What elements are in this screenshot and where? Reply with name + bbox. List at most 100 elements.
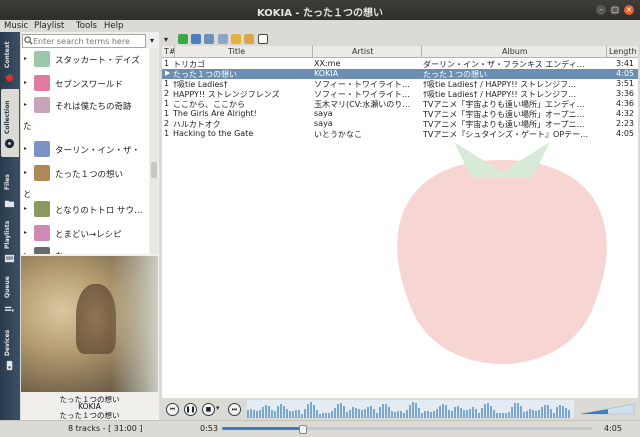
expand-arrow-icon[interactable]: ▸ [24,101,27,108]
stop-options-dropdown[interactable]: ▾ [216,404,220,412]
total-time: 4:05 [604,424,622,433]
pause-button[interactable]: ❚❚ [184,403,197,416]
seek-slider[interactable] [222,425,592,434]
spectrum-bar [511,406,513,418]
disc-icon [4,138,15,149]
collection-options-dropdown[interactable]: ▾ [147,36,157,46]
next-button[interactable]: ⏭ [228,403,241,416]
save-playlist-icon[interactable] [204,34,214,44]
spectrum-bar [337,403,339,418]
spectrum-bar [253,409,255,418]
collection-scrollbar-thumb[interactable] [151,162,157,178]
spectrum-bar [466,409,468,418]
spectrum-bar [334,407,336,418]
header-artist[interactable]: Artist [352,47,373,56]
menu-music[interactable]: Music [4,21,28,31]
playlist-row[interactable]: 1 The Girls Are Alright! saya TVアニメ「宇宙よりも遠い… [162,109,638,119]
expand-arrow-icon[interactable]: ▸ [24,79,27,86]
collection-item-label: となりのトトロ サウ… [55,206,143,216]
stop-button[interactable]: ■ [202,403,215,416]
seek-handle[interactable] [298,425,307,434]
spectrum-bar [550,408,552,418]
header-album[interactable]: Album [502,47,528,56]
cell-album: TVアニメ『シュタインズ・ゲート』OPテー… [423,130,589,139]
playlist-header: T# Title Artist Album Length [162,46,638,58]
clear-playlist-icon[interactable] [218,34,228,44]
search-box[interactable] [22,34,146,48]
spectrum-bar [463,409,465,418]
collection-item-label: それは僕たちの奇跡 [55,102,132,112]
expand-arrow-icon[interactable]: ▸ [24,145,27,152]
spectrum-bar [451,411,453,418]
minimize-button[interactable]: – [596,5,606,15]
close-button[interactable]: × [624,5,634,15]
spectrum-bar [313,404,315,418]
maximize-button[interactable]: □ [610,5,620,15]
playlist-menu-dropdown[interactable]: ▾ [164,35,168,44]
menu-playlist[interactable]: Playlist [34,21,64,31]
spectrum-visualizer[interactable] [247,400,574,418]
album-thumbnail [34,97,50,113]
spectrum-bar [400,411,402,418]
cell-length: 2:23 [616,119,634,128]
previous-button[interactable]: ⏮ [166,403,179,416]
header-title[interactable]: Title [228,47,245,56]
collection-item-label: た [23,122,32,132]
playlist-row[interactable]: 1 Hacking to the Gate いとうかなこ TVアニメ『シュタインズ・ゲ… [162,129,638,139]
spectrum-bar [553,413,555,418]
playlist-row[interactable]: 1 ここから、ここから 玉木マリ(CV:水瀬いのり… TVアニメ「宇宙よりも遠い場所」… [162,99,638,109]
tab-playlists[interactable]: Playlists [0,215,20,265]
playlist-row[interactable]: 1 †吸tie Ladies† ソフィー・トワイライト… †吸tie Ladies† … [162,79,638,89]
menu-help[interactable]: Help [104,21,123,31]
spectrum-bar [289,410,291,418]
collection-item[interactable]: ▸ スタッカート・デイズ [21,48,149,70]
playlist-row[interactable]: ▶ たった１つの想い KOKIA たった１つの想い 4:05 [162,69,638,79]
stop-after-icon[interactable] [258,34,268,44]
playlist-row[interactable]: 2 ハルカトオク saya TVアニメ「宇宙よりも遠い場所」オープニ… 2:23 [162,119,638,129]
spectrum-bar [544,404,546,418]
load-playlist-icon[interactable] [191,34,201,44]
tab-devices[interactable]: Devices [0,320,20,372]
expand-arrow-icon[interactable]: ▸ [24,205,27,212]
expand-arrow-icon[interactable]: ▸ [24,55,27,62]
undo-icon[interactable] [231,34,241,44]
spectrum-bar [385,404,387,418]
playlist-view[interactable]: 1 トリカゴ XX:me ダーリン・イン・ザ・フランキス エンディ… 3:41 ▶ たった１… [162,46,638,398]
collection-item[interactable]: ▸ ターリン・イン・ザ・ [21,138,149,160]
spectrum-bar [406,410,408,418]
spectrum-bar [352,407,354,418]
header-length[interactable]: Length [609,47,637,56]
cell-length: 4:05 [616,129,634,138]
queue-icon [4,306,15,313]
menu-tools[interactable]: Tools [76,21,97,31]
search-input[interactable] [33,35,141,47]
collection-scrollbar[interactable] [150,48,158,254]
collection-item[interactable]: ▸ セブンスワールド [21,72,149,94]
collection-item[interactable]: ▸ たった１つの想い [21,162,149,184]
spectrum-bar [469,408,471,418]
spectrum-bar [541,407,543,418]
collection-item[interactable]: ▸ それは僕たちの奇跡 [21,94,149,116]
playlist-row[interactable]: 2 HAPPY!! ストレンジフレンズ ソフィー・トワイライト… †吸tie Ladi… [162,89,638,99]
collection-item[interactable]: ▸ とまどい→レシピ [21,222,149,244]
new-playlist-icon[interactable] [178,34,188,44]
tab-context[interactable]: Context [0,34,20,86]
expand-arrow-icon[interactable]: ▸ [24,169,27,176]
spectrum-bar [304,408,306,418]
tab-files[interactable]: Files [0,160,20,212]
spectrum-bar [526,411,528,418]
expand-arrow-icon[interactable]: ▸ [24,229,27,236]
spectrum-bar [340,402,342,418]
playlist-row[interactable]: 1 トリカゴ XX:me ダーリン・イン・ザ・フランキス エンディ… 3:41 [162,59,638,69]
playlist-icon [4,254,15,263]
tab-collection[interactable]: Collection [0,89,20,157]
collection-item[interactable]: ▸ な… [21,244,149,254]
redo-icon[interactable] [244,34,254,44]
collection-item[interactable]: ▸ となりのトトロ サウ… [21,198,149,220]
expand-arrow-icon[interactable]: ▸ [24,251,27,254]
tab-queue[interactable]: Queue [0,268,20,318]
cell-artist: saya [314,109,333,118]
volume-slider[interactable] [578,402,636,416]
collection-item-label: たった１つの想い [55,170,124,180]
collection-item[interactable]: た [21,118,149,140]
